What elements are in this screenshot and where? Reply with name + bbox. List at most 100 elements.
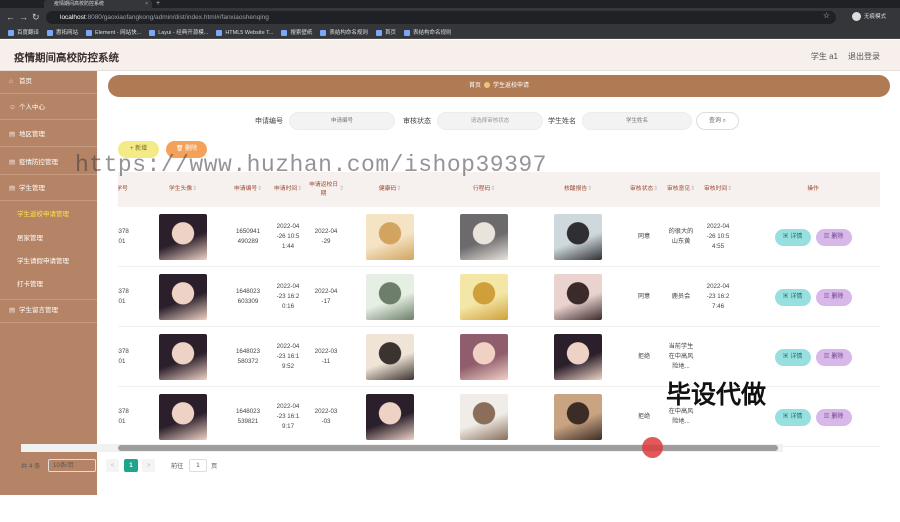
address-bar[interactable]: localhost:8080/gaoxiaofangkong/admin/dis… [46,11,836,24]
menu-icon: ▤ [9,307,16,314]
bookmark-item[interactable]: 表结构命名规则 [320,27,368,39]
logout-link[interactable]: 退出登录 [848,51,880,62]
sidebar-item-messages[interactable]: ▤ 学生留言管理 [0,299,97,323]
column-header[interactable]: 审核意见 ⇕ [664,172,698,207]
bookmark-item[interactable]: 惠拓网站 [47,27,78,39]
sort-icon[interactable]: ⇕ [727,185,732,194]
horizontal-scrollbar[interactable] [21,444,783,452]
add-button[interactable]: + 新增 [118,141,159,158]
sidebar-item-return-application[interactable]: 学生返校申请管理 [0,203,97,226]
delete-button[interactable]: ▥ 删除 [815,408,852,426]
bookmarks-bar: 百度翻译 惠拓网站 Element - 网站快... Layui - 经典开源模...… [0,27,900,39]
trash-icon: ▥ [823,293,830,300]
review-status-select[interactable]: 请选择审核状态 [437,112,543,130]
column-header[interactable]: 申请时间 ⇕ [270,172,306,207]
student-avatar-image[interactable] [148,267,218,327]
column-header[interactable]: 健康码 ⇕ [364,172,416,207]
detail-button[interactable]: ▣ 详情 [774,348,811,366]
current-user: 学生 a1 [810,52,838,61]
trip-code-image[interactable] [458,207,510,267]
search-button[interactable]: 查询 ⌕ [696,112,739,130]
next-page-button[interactable]: > [142,459,155,472]
detail-button[interactable]: ▣ 详情 [774,408,811,426]
sort-icon[interactable]: ⇕ [587,185,592,194]
mouse-cursor-indicator [642,437,663,458]
bookmark-item[interactable]: 搜索壁纸 [281,27,312,39]
bookmark-item[interactable]: 表结构命名规则 [403,27,451,39]
sort-icon[interactable]: ⇕ [297,185,302,194]
sidebar-item-leave-application[interactable]: 学生请假申请管理 [0,250,97,273]
browser-tab[interactable]: 疫情期间高校防控系统 × [44,0,152,8]
bookmark-item[interactable]: Layui - 经典开源模... [149,27,208,39]
delete-button[interactable]: ▥ 删除 [815,348,852,366]
student-avatar-image[interactable] [148,207,218,267]
health-code-image[interactable] [364,267,416,327]
sort-icon[interactable]: ⇕ [690,185,695,194]
bookmark-star-icon[interactable]: ☆ [823,11,830,20]
sort-icon[interactable]: ⇕ [653,185,658,194]
student-id-cell: 8378 01 [118,408,129,425]
column-header[interactable]: 核酸报告 ⇕ [552,172,604,207]
sidebar-item-home-management[interactable]: 居家管理 [0,227,97,250]
profile-badge[interactable]: 无痕模式 [851,12,886,23]
new-tab-icon[interactable]: + [156,0,160,8]
goto-page-input[interactable]: 1 [189,459,207,472]
detail-button[interactable]: ▣ 详情 [774,288,811,306]
batch-delete-button[interactable]: 🗑 删除 [166,141,207,158]
prev-page-button[interactable]: < [106,459,119,472]
column-header[interactable]: 学号 [118,172,134,207]
column-header[interactable]: 学生头像 ⇕ [148,172,218,207]
sidebar-item-students[interactable]: ▤ 学生管理 [0,178,97,201]
bookmark-item[interactable]: 百度翻译 [8,27,39,39]
reload-icon[interactable]: ↻ [32,11,40,23]
trip-code-image[interactable] [458,387,510,447]
bookmark-item[interactable]: 首页 [375,27,396,39]
scrollbar-thumb[interactable] [118,445,778,451]
nucleic-report-image[interactable] [552,327,604,387]
sidebar-item-epidemic[interactable]: ▤ 疫情防控管理 [0,152,97,175]
bookmark-item[interactable]: HTML5 Website T... [216,27,273,39]
review-status-cell: 拒绝 [637,353,651,360]
page-number-button[interactable]: 1 [124,459,138,472]
sort-icon[interactable]: ⇕ [396,185,401,194]
trip-code-image[interactable] [458,327,510,387]
sidebar-item-checkin[interactable]: 打卡管理 [0,273,97,296]
page-size-select[interactable]: 10条/页 [48,459,96,472]
sort-icon[interactable]: ⇕ [490,185,495,194]
breadcrumb-home[interactable]: 首页 [469,83,481,89]
nucleic-report-image[interactable] [552,387,604,447]
application-no-input[interactable] [289,112,395,130]
student-avatar-image[interactable] [148,327,218,387]
trip-code-image[interactable] [458,267,510,327]
student-avatar-image[interactable] [148,387,218,447]
row-actions: ▣ 详情 ▥ 删除 [748,207,878,267]
nucleic-report-image[interactable] [552,267,604,327]
sort-icon[interactable]: ⇕ [192,185,197,194]
bookmark-item[interactable]: Element - 网站快... [86,27,141,39]
column-header: 操作 [807,186,819,192]
forward-icon[interactable]: → [19,11,28,23]
back-icon[interactable]: ← [6,11,15,23]
bookmark-icon [403,29,410,36]
close-tab-icon[interactable]: × [145,0,148,8]
sidebar-item-home[interactable]: ⌂ 首页 [0,71,97,94]
student-name-input[interactable] [582,112,692,130]
column-header[interactable]: 审核时间 ⇕ [700,172,736,207]
delete-button[interactable]: ▥ 删除 [815,228,852,246]
table-header: 学号 学生头像 ⇕ 申请编号 ⇕ 申请时间 ⇕ 申请返校日期 ⇕ 健康码 ⇕ 行程码 ⇕ 核酸… [118,172,880,207]
delete-button[interactable]: ▥ 删除 [815,288,852,306]
nucleic-report-image[interactable] [552,207,604,267]
review-time-cell [700,327,736,387]
health-code-image[interactable] [364,327,416,387]
sidebar-item-region[interactable]: ▤ 地区管理 [0,124,97,147]
health-code-image[interactable] [364,387,416,447]
sort-icon[interactable]: ⇕ [339,185,344,194]
column-header[interactable]: 审核状态 ⇕ [628,172,660,207]
sort-icon[interactable]: ⇕ [257,185,262,194]
health-code-image[interactable] [364,207,416,267]
column-header[interactable]: 申请返校日期 ⇕ [308,172,344,207]
column-header[interactable]: 申请编号 ⇕ [230,172,266,207]
column-header[interactable]: 行程码 ⇕ [458,172,510,207]
detail-button[interactable]: ▣ 详情 [774,228,811,246]
sidebar-item-profile[interactable]: ☺ 个人中心 [0,97,97,120]
